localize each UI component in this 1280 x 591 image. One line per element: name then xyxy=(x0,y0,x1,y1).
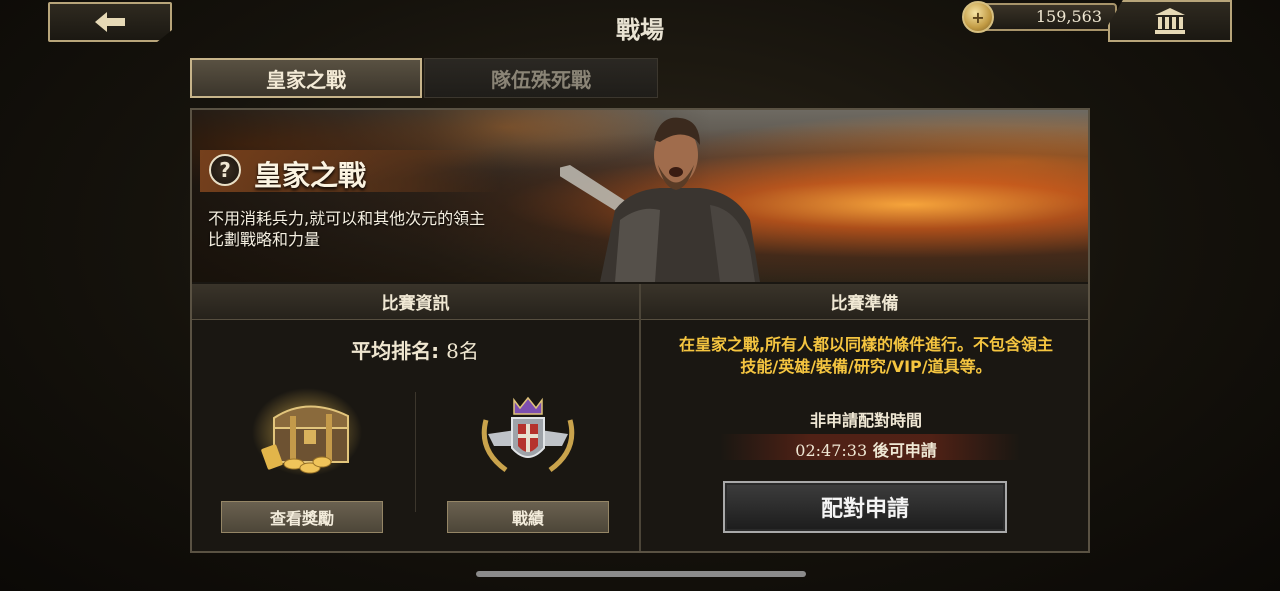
back-arrow-icon xyxy=(95,12,125,32)
section-divider xyxy=(639,284,641,551)
rules-text: 在皇家之戰,所有人都以同樣的條件進行。不包含領主 技能/英雄/裝備/研究/VIP… xyxy=(644,334,1088,378)
view-rewards-button[interactable]: 查看獎勵 xyxy=(221,501,383,533)
banner-description-line1: 不用消耗兵力,就可以和其他次元的領主 xyxy=(208,209,486,228)
match-prep-header: 比賽準備 xyxy=(641,284,1088,320)
match-info-header: 比賽資訊 xyxy=(192,284,639,320)
non-apply-time-label: 非申請配對時間 xyxy=(809,411,922,430)
banner-description: 不用消耗兵力,就可以和其他次元的領主 比劃戰略和力量 xyxy=(208,208,548,250)
coin-plus-icon[interactable]: + xyxy=(962,1,994,33)
bank-icon xyxy=(1155,8,1185,34)
coin-value: 159,563 xyxy=(1035,7,1102,26)
page-title: 戰場 xyxy=(616,16,664,44)
countdown-timer: 02:47:33 後可申請 xyxy=(644,437,1088,461)
banner-description-line2: 比劃戰略和力量 xyxy=(208,230,321,249)
rules-line-2: 技能/英雄/裝備/研究/VIP/道具等。 xyxy=(740,357,992,376)
treasure-chest-icon xyxy=(252,388,362,476)
rank-emblem-icon xyxy=(481,396,575,473)
back-button[interactable] xyxy=(48,2,172,42)
tab-royal-battle[interactable]: 皇家之戰 xyxy=(190,58,422,98)
rules-line-1: 在皇家之戰,所有人都以同樣的條件進行。不包含領主 xyxy=(678,335,1054,354)
average-rank-value: 8名 xyxy=(446,339,479,363)
timer-suffix: 後可申請 xyxy=(872,441,937,460)
average-rank-label: 平均排名: xyxy=(351,339,440,363)
help-icon[interactable]: ? xyxy=(209,154,241,186)
bank-button[interactable] xyxy=(1108,0,1232,42)
battle-record-button[interactable]: 戰績 xyxy=(447,501,609,533)
banner-title: 皇家之戰 xyxy=(254,159,367,192)
tab-team-deathmatch[interactable]: 隊伍殊死戰 xyxy=(424,58,658,98)
average-rank: 平均排名: 8名 xyxy=(192,335,638,364)
info-divider xyxy=(415,392,416,512)
home-indicator[interactable] xyxy=(476,571,806,577)
timer-value: 02:47:33 xyxy=(795,441,868,460)
warrior-illustration xyxy=(560,117,760,282)
match-apply-button[interactable]: 配對申請 xyxy=(723,481,1007,533)
